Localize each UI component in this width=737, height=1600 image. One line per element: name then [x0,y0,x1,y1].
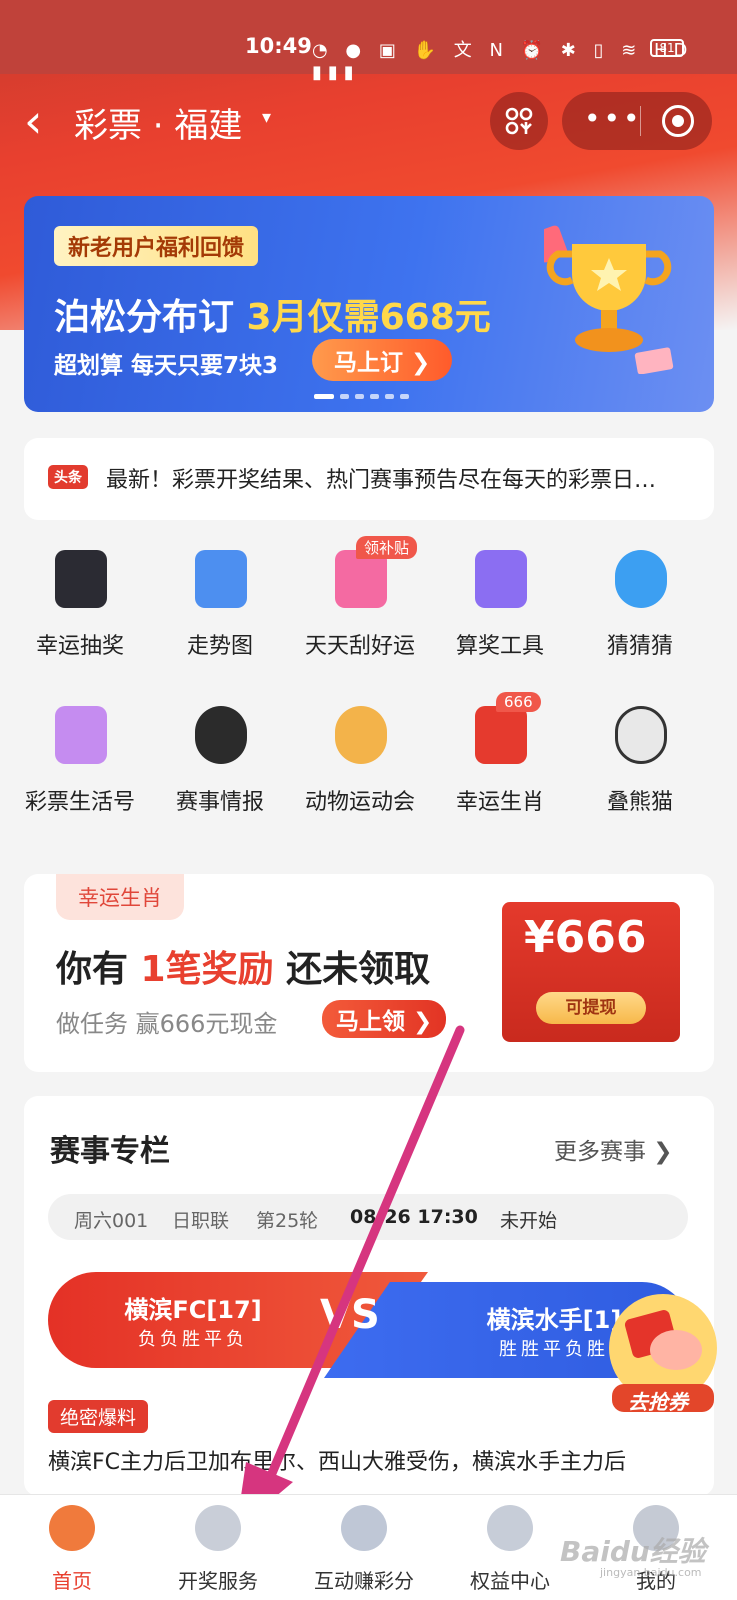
grid-label: 算奖工具 [455,634,544,659]
soccer-ball-icon [195,706,247,764]
match-round: 第25轮 [256,1210,319,1232]
tab-label: 首页 [52,1569,92,1593]
grid-item[interactable]: 彩票生活号 [10,706,150,836]
home-team-form: 负负胜平负 [138,1329,248,1350]
tab-home[interactable]: 首页 [2,1495,142,1600]
reward-card[interactable]: 幸运生肖 你有 1笔奖励 还未领取 做任务 赢666元现金 马上领 ❯ ¥666… [24,874,714,1072]
watermark-logo: Baidu经验 [560,1535,706,1568]
match-league: 日职联 [172,1210,230,1232]
grid-item[interactable]: 幸运抽奖 [10,550,150,680]
promo-banner[interactable]: 新老用户福利回馈 泊松分布订 3月仅需668元 超划算 每天只要7块3 马上订 … [24,196,714,412]
grid-item[interactable]: 算奖工具 [430,550,570,680]
red-envelope-icon: ¥666 可提现 [502,902,680,1042]
exclusive-tag: 绝密爆料 [48,1400,149,1433]
match-state: 未开始 [500,1210,558,1232]
scan-button[interactable] [490,92,548,150]
mini-program-capsule: ••• [562,92,712,150]
exclusive-text[interactable]: 横滨FC主力后卫加布里尔、西山大雅受伤，横滨水手主力后 [48,1444,698,1476]
battery-icon: 81 [650,39,684,57]
banner-subscribe-button[interactable]: 马上订 ❯ [312,339,453,381]
grid-label: 猜猜猜 [606,634,673,659]
claim-button[interactable]: 马上领 ❯ [322,1000,447,1038]
coupon-label: 去抢券 [628,1390,688,1414]
vs-label: VS [320,1292,380,1338]
banner-pagination [314,384,415,403]
reward-title-prefix: 你有 [56,949,141,990]
banner-tag: 新老用户福利回馈 [54,226,259,266]
coupon-float-button[interactable]: 去抢券 [606,1292,720,1414]
banner-headline-highlight: 3月仅需668元 [246,297,491,338]
grid-badge: 领补贴 [356,536,418,559]
home-icon [49,1505,95,1551]
grid-item[interactable]: 猜猜猜 [570,550,710,680]
news-ticker[interactable]: 头条 最新！彩票开奖结果、热门赛事预告尽在每天的彩票日… [24,438,714,520]
status-bar: 10:49 ◔ ● ▣ ✋ 文 N ⏰ ✱ ▯ ≋ HD ▮▮▮ 81 [0,0,737,83]
back-button[interactable]: ‹ [24,98,42,144]
chart-icon [195,550,247,608]
match-time: 08-26 17:30 [350,1206,478,1228]
grid-label: 走势图 [186,634,253,659]
grid-label: 幸运抽奖 [35,634,124,659]
grid-badge: 666 [496,692,541,712]
reward-title-suffix: 还未领取 [273,949,431,990]
headline-badge: 头条 [48,465,88,489]
grid-label: 动物运动会 [304,790,415,815]
grid-label: 幸运生肖 [455,790,544,815]
banner-headline: 泊松分布订 3月仅需668元 [54,288,491,340]
grid-item[interactable]: 666 幸运生肖 [430,692,570,836]
section-title: 赛事专栏 [50,1134,170,1169]
grid-item[interactable]: 领补贴天天刮好运 [290,536,430,680]
tab-clover[interactable]: 权益中心 [440,1495,580,1600]
tab-lottery-ball[interactable]: 开奖服务 [148,1495,288,1600]
grid-item[interactable]: 动物运动会 [290,706,430,836]
grid-item[interactable]: 叠熊猫 [570,706,710,836]
news-text: 最新！彩票开奖结果、热门赛事预告尽在每天的彩票日… [106,468,657,493]
planet-icon [341,1505,387,1551]
status-time: 10:49 [245,34,312,58]
match-number: 周六001 [74,1210,149,1232]
clover-icon [487,1505,533,1551]
panda-icon [615,706,667,764]
trophy-icon [544,225,674,374]
tab-label: 互动赚彩分 [314,1569,414,1593]
chevron-down-icon[interactable]: ▾ [262,107,271,128]
tab-label: 权益中心 [470,1569,550,1593]
medal-icon [335,706,387,764]
grid-item[interactable]: 走势图 [150,550,290,680]
red-card-icon [475,706,527,764]
watermark-url: jingyan.baidu.com [600,1566,702,1579]
chevron-left-icon: ‹ [24,94,43,148]
tab-planet[interactable]: 互动赚彩分 [294,1495,434,1600]
grid-item[interactable]: 赛事情报 [150,706,290,836]
more-matches-link[interactable]: 更多赛事 ❯ [554,1132,673,1166]
reward-subtitle: 做任务 赢666元现金 [56,1010,278,1038]
close-target-icon[interactable] [662,105,694,137]
banner-subtitle: 超划算 每天只要7块3 [54,353,279,379]
envelope-amount: ¥666 [524,912,647,963]
withdraw-button[interactable]: 可提现 [536,992,646,1024]
calculator-icon [475,550,527,608]
grid-label: 叠熊猫 [606,790,673,815]
question-icon [615,550,667,608]
page-title[interactable]: 彩票 · 福建 [74,98,242,147]
grid-label: 天天刮好运 [304,634,415,659]
home-team-name: 横滨FC[17] [124,1296,262,1324]
home-team: 横滨FC[17] 负负胜平负 [88,1290,298,1351]
phone-icon [55,550,107,608]
grid-label: 彩票生活号 [24,790,135,815]
reward-title-highlight: 1笔奖励 [140,949,274,990]
banner-headline-prefix: 泊松分布订 [54,297,247,338]
heart-icon [55,706,107,764]
reward-tag: 幸运生肖 [56,874,184,920]
reward-title: 你有 1笔奖励 还未领取 [56,940,430,992]
grid-label: 赛事情报 [175,790,264,815]
capsule-divider [640,106,641,136]
lottery-ball-icon [195,1505,241,1551]
tab-label: 开奖服务 [178,1569,258,1593]
scan-icon [505,107,533,135]
match-info-bar[interactable]: 周六001 日职联 第25轮 08-26 17:30 未开始 [48,1194,688,1240]
more-icon[interactable]: ••• [584,102,643,135]
